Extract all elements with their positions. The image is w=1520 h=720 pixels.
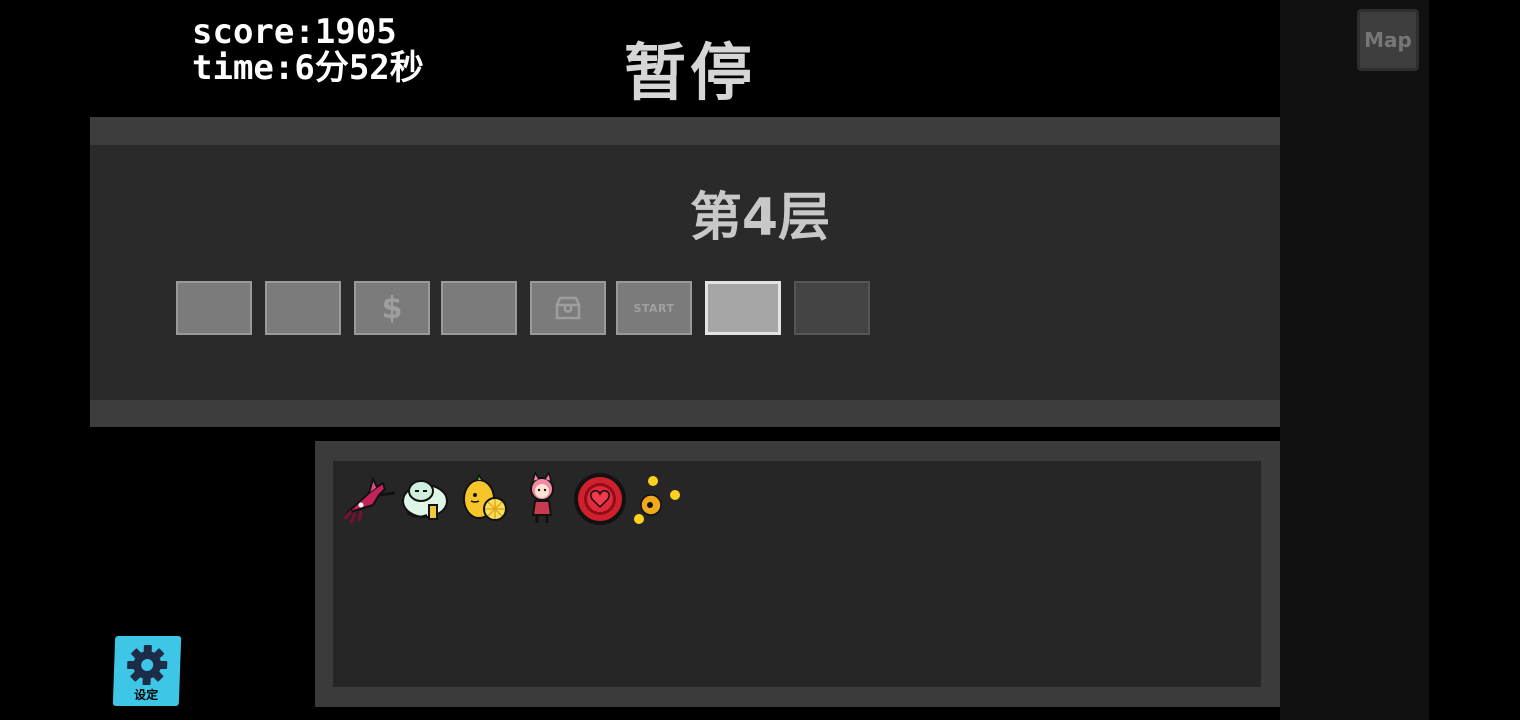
gear-icon <box>127 645 168 685</box>
right-sidebar <box>1280 0 1429 720</box>
settings-label: 设定 <box>133 688 159 702</box>
sleeping-creature-icon[interactable] <box>397 469 455 529</box>
room-row: $ START <box>176 281 883 335</box>
score-label: score:1905 <box>192 12 397 52</box>
pink-hair-girl-icon[interactable] <box>513 469 571 529</box>
room-cell <box>441 281 517 335</box>
dollar-icon: $ <box>381 290 403 326</box>
chest-icon <box>555 296 581 320</box>
room-cell-current <box>705 281 781 335</box>
pause-title: 暂停 <box>624 36 757 109</box>
room-cell-treasure <box>530 281 606 335</box>
room-cell-unvisited <box>794 281 870 335</box>
room-cell <box>176 281 252 335</box>
room-cell-start: START <box>616 281 692 335</box>
squid-icon[interactable] <box>339 469 397 529</box>
panel-bottom-band <box>90 400 1280 427</box>
map-button[interactable]: Map <box>1357 9 1419 71</box>
panel-top-band <box>90 117 1280 145</box>
start-label: START <box>633 301 675 315</box>
lemon-icon[interactable] <box>455 469 513 529</box>
floor-map-panel: 第4层 $ START <box>90 117 1280 427</box>
room-cell <box>265 281 341 335</box>
inventory-panel <box>315 441 1280 707</box>
floor-label: 第4层 <box>689 188 831 248</box>
settings-button[interactable]: 设定 <box>112 636 182 706</box>
inventory-grid <box>333 461 1261 687</box>
room-cell-shop: $ <box>354 281 430 335</box>
orbiting-orbs-icon[interactable] <box>629 469 687 529</box>
heart-target-icon[interactable] <box>571 469 629 529</box>
time-label: time:6分52秒 <box>192 48 424 88</box>
